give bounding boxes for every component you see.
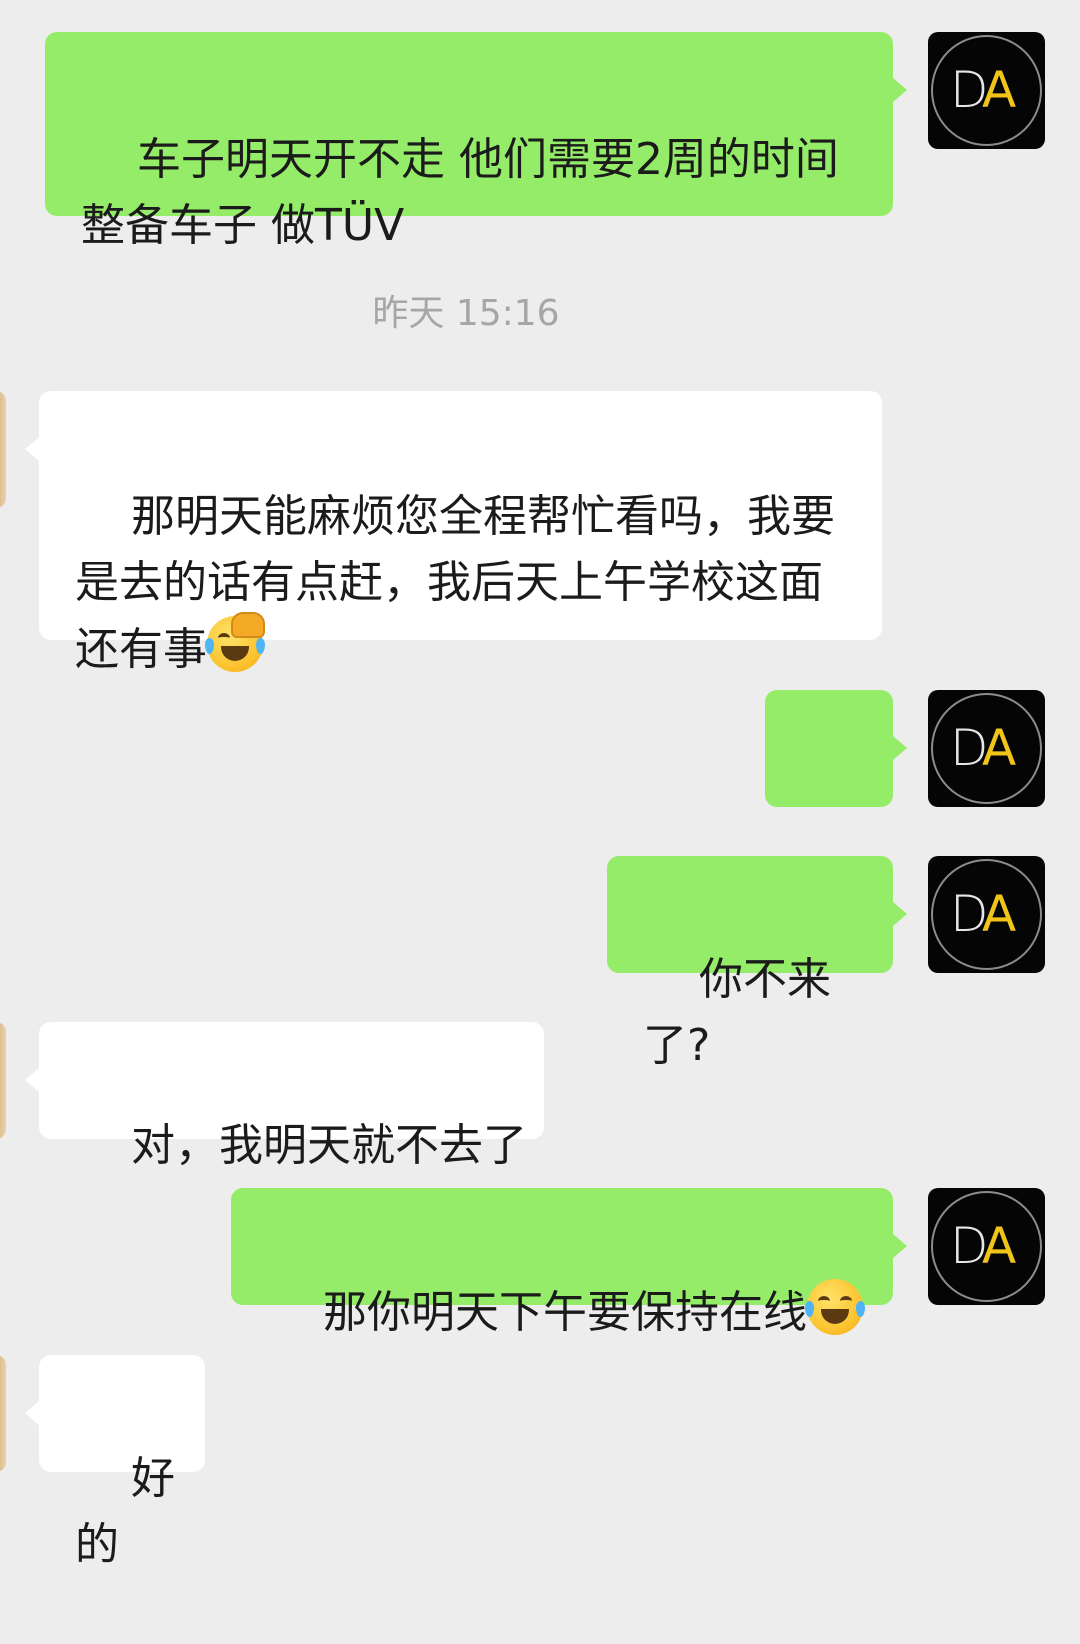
face-with-hand-over-mouth-crying-icon <box>205 612 265 672</box>
avatar-letter-a: A <box>982 1217 1017 1275</box>
message-text: 车子明天开不走 他们需要2周的时间整备车子 做TÜV <box>81 134 839 251</box>
message-bubble-received[interactable]: 那明天能麻烦您全程帮忙看吗，我要是去的话有点赶，我后天上午学校这面还有事 <box>25 391 882 675</box>
timestamp: 昨天 15:16 <box>372 293 560 334</box>
message-bubble-received[interactable]: 好的 <box>25 1355 205 1570</box>
message-bubble-received[interactable]: 对，我明天就不去了 <box>25 1022 544 1171</box>
avatar-letter-a: A <box>982 885 1017 943</box>
peer-avatar[interactable] <box>0 1355 6 1472</box>
peer-avatar[interactable] <box>0 1022 6 1139</box>
self-avatar[interactable]: D A <box>928 856 1045 973</box>
self-avatar[interactable]: D A <box>928 690 1045 807</box>
message-text: 那你明天下午要保持在线 <box>322 1287 807 1338</box>
message-bubble-sent[interactable]: 行 <box>765 690 907 905</box>
message-bubble-sent[interactable]: 你不来了? <box>607 856 907 1071</box>
message-bubble-sent[interactable]: 那你明天下午要保持在线 <box>231 1188 907 1338</box>
message-text: 好的 <box>75 1453 175 1570</box>
message-text: 那明天能麻烦您全程帮忙看吗，我要是去的话有点赶，我后天上午学校这面还有事 <box>75 491 835 675</box>
chat-window: 车子明天开不走 他们需要2周的时间整备车子 做TÜV D A 昨天 15:16 … <box>0 0 1080 1570</box>
message-bubble-sent[interactable]: 车子明天开不走 他们需要2周的时间整备车子 做TÜV <box>45 32 907 251</box>
self-avatar[interactable]: D A <box>928 1188 1045 1305</box>
message-text: 你不来了? <box>643 954 831 1071</box>
peer-avatar[interactable] <box>0 391 6 508</box>
self-avatar[interactable]: D A <box>928 32 1045 149</box>
face-with-tears-of-joy-icon <box>804 1279 865 1335</box>
avatar-letter-a: A <box>982 719 1017 777</box>
avatar-letter-a: A <box>982 61 1017 119</box>
message-text: 对，我明天就不去了 <box>130 1120 527 1171</box>
